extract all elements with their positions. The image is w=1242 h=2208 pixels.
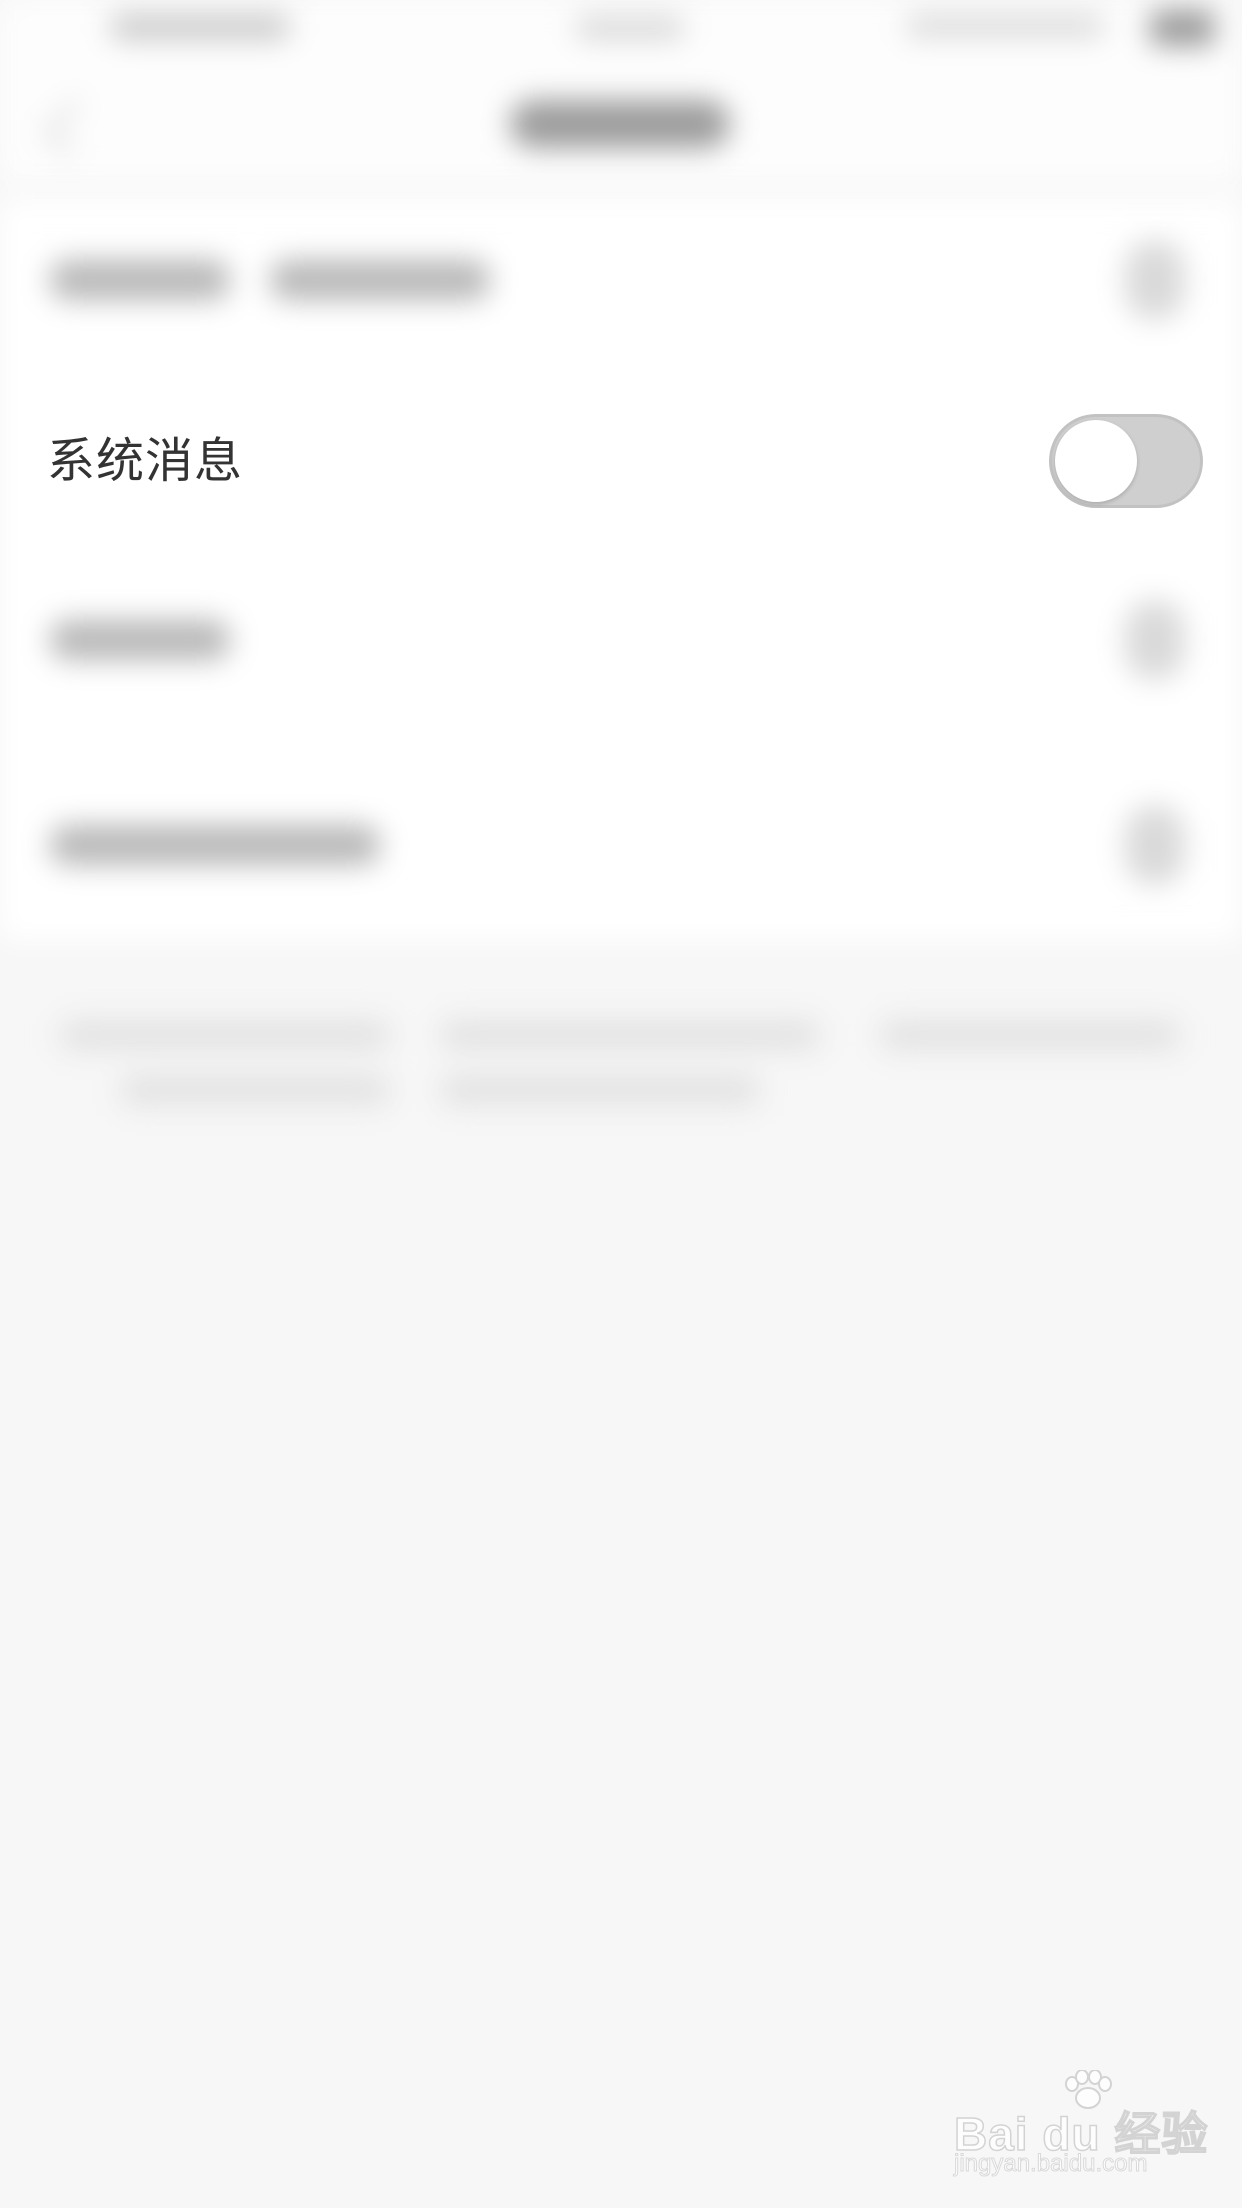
blurred-background <box>0 0 1242 2208</box>
footnote-line2b <box>440 1075 760 1105</box>
toggle-knob[interactable] <box>1055 420 1137 502</box>
system-message-toggle[interactable] <box>1049 414 1203 508</box>
footnote-line1a <box>60 1020 390 1050</box>
row1-toggle[interactable] <box>1125 240 1185 320</box>
page-title <box>510 100 730 148</box>
footnote-line1c <box>880 1020 1180 1050</box>
watermark-url: jingyan.baidu.com <box>953 2150 1148 2178</box>
footnote-line2a <box>120 1075 390 1105</box>
footnote-line1b <box>440 1020 820 1050</box>
row1-label-part2 <box>270 260 490 300</box>
row4-label <box>50 825 380 865</box>
row4-toggle[interactable] <box>1125 805 1185 885</box>
baidu-jingyan-watermark: Bai du 经验 jingyan.baidu.com <box>950 2070 1220 2180</box>
row3-label <box>50 620 230 660</box>
status-indicators <box>905 14 1105 38</box>
screen: 系统消息 Bai du 经验 jingyan.baidu.com <box>0 0 1242 2208</box>
back-icon[interactable] <box>44 99 102 157</box>
nav-bar <box>0 60 1242 180</box>
row3-toggle[interactable] <box>1125 600 1185 680</box>
system-message-row[interactable]: 系统消息 <box>0 400 1242 524</box>
row1-label-part1 <box>50 260 230 300</box>
status-time <box>575 16 685 40</box>
settings-list <box>0 200 1242 940</box>
system-message-label: 系统消息 <box>47 433 244 489</box>
status-bar <box>0 0 1242 60</box>
status-carrier <box>110 14 290 40</box>
battery-icon <box>1150 10 1215 46</box>
